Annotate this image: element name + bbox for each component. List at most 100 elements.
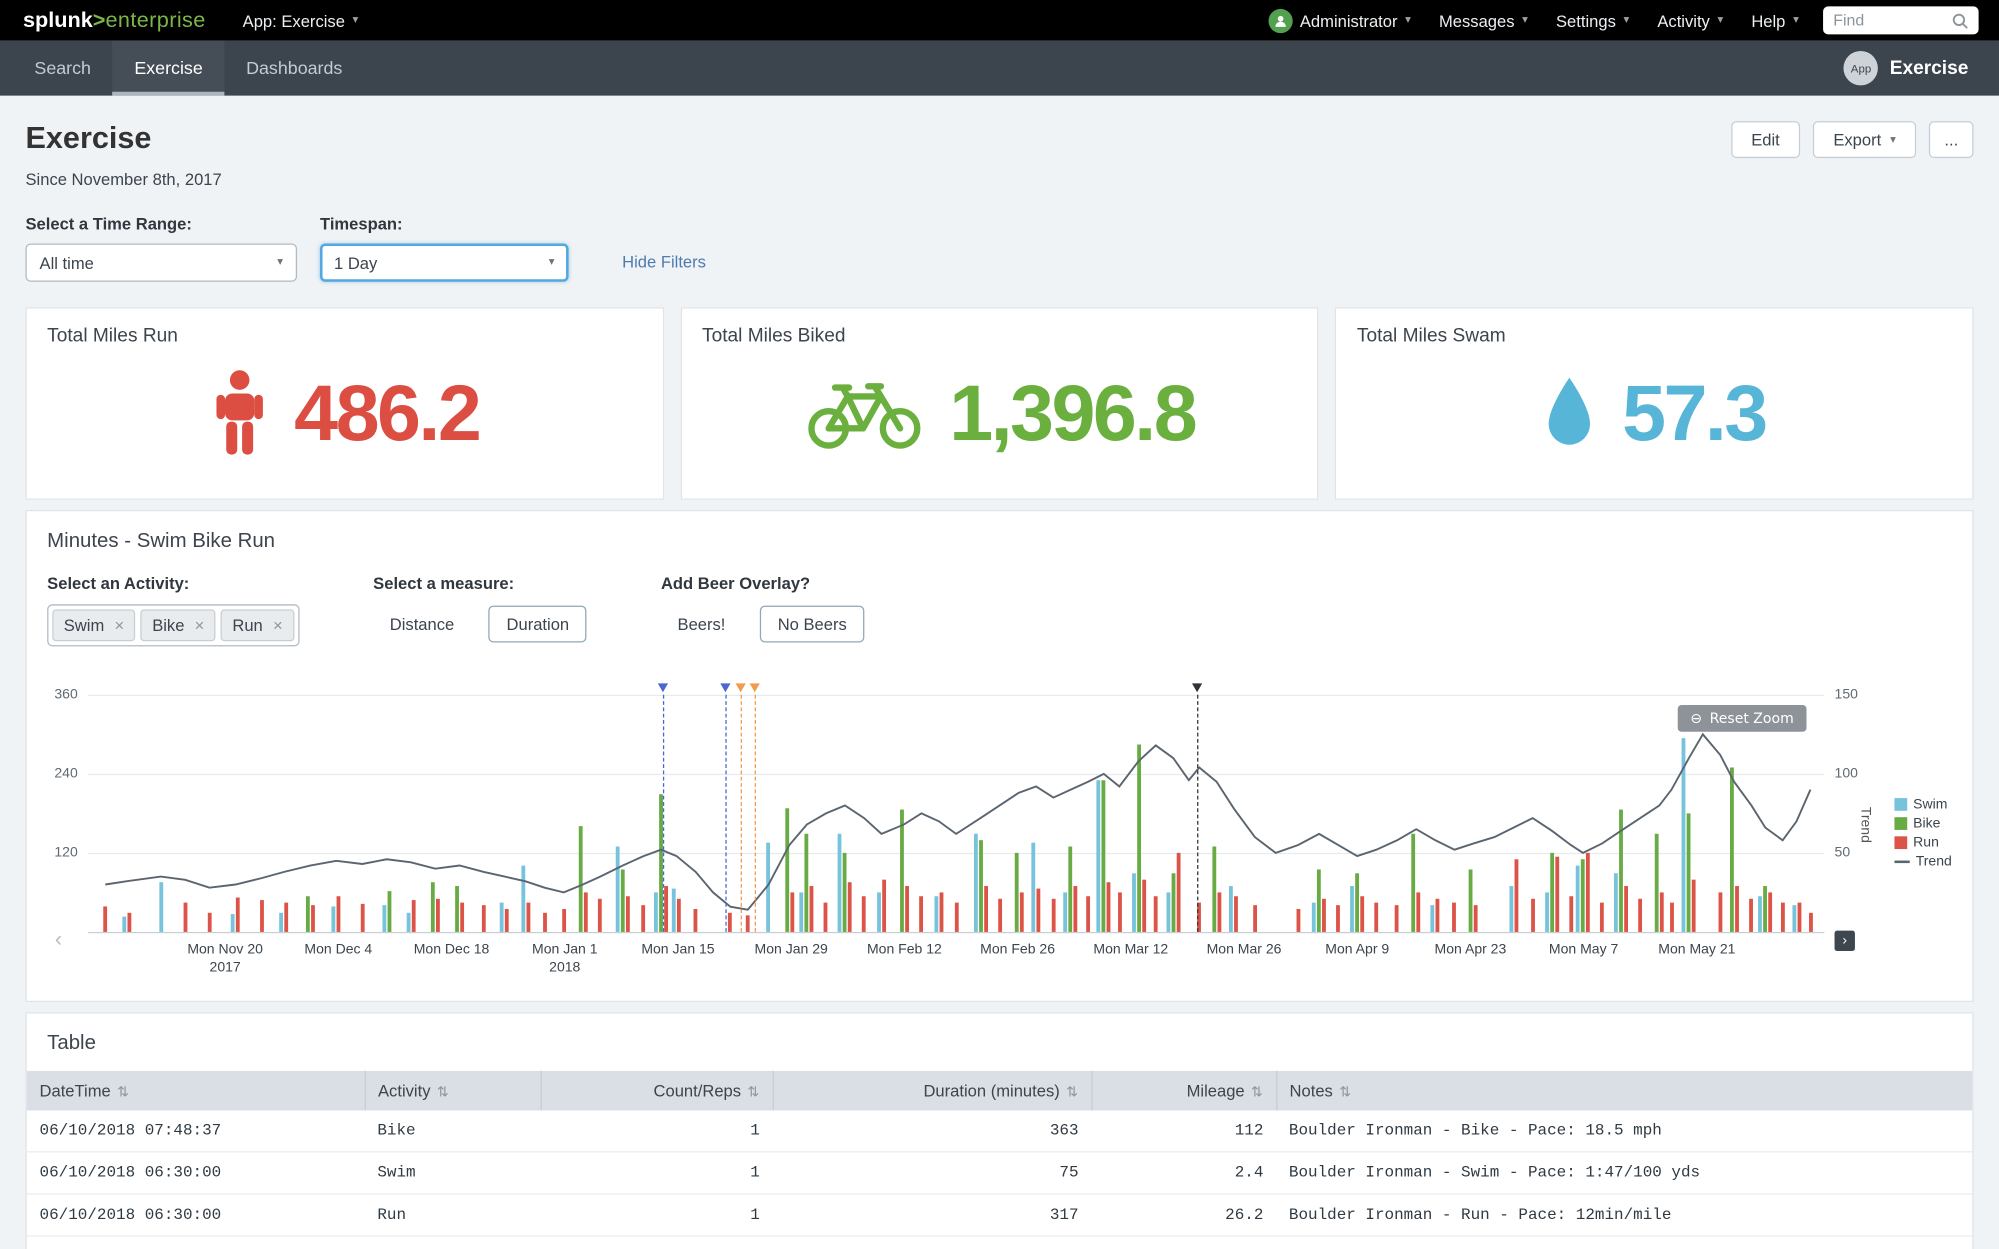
x-axis-label: Mon Nov 202017: [187, 941, 263, 977]
remove-token-icon[interactable]: ×: [195, 616, 205, 635]
more-button-label: ...: [1944, 134, 1958, 144]
chart-area: ⊖ Reset Zoom ‹ › 36024012015010050Mon No…: [47, 687, 1952, 983]
annotation-line: [725, 695, 726, 932]
reset-zoom-label: Reset Zoom: [1710, 710, 1794, 727]
table-cell: 363: [773, 1110, 1092, 1151]
sort-icon: ⇅: [1066, 1084, 1078, 1101]
export-button[interactable]: Export▾: [1813, 121, 1916, 158]
measure-option-distance[interactable]: Distance: [373, 606, 471, 640]
table-cell: 06/10/2018 07:48:37: [27, 1110, 365, 1151]
kpi-body: 57.3: [1357, 347, 1952, 480]
x-axis-label-line: Mon Mar 12: [1093, 941, 1168, 959]
remove-token-icon[interactable]: ×: [114, 616, 124, 635]
legend-item-bike: Bike: [1894, 816, 1952, 831]
beer-control: Add Beer Overlay? Beers!No Beers: [661, 574, 865, 643]
edit-button[interactable]: Edit: [1731, 121, 1800, 158]
hide-filters-link[interactable]: Hide Filters: [622, 244, 706, 282]
user-menu[interactable]: Administrator ▾: [1254, 0, 1425, 41]
table-row[interactable]: 06/09/2018 18:00:00Beer3: [27, 1236, 1972, 1249]
kpi-value: 486.2: [294, 368, 479, 459]
reset-zoom-button[interactable]: ⊖ Reset Zoom: [1678, 705, 1807, 732]
activity-token-swim[interactable]: Swim×: [52, 609, 135, 641]
chevron-down-icon: ▾: [1717, 14, 1723, 27]
sort-icon: ⇅: [437, 1084, 449, 1101]
column-header-label: Duration (minutes): [923, 1081, 1059, 1100]
topbar-menu-help[interactable]: Help▾: [1737, 0, 1813, 41]
app-menu[interactable]: App: Exercise ▾: [229, 0, 373, 41]
nav-item-search[interactable]: Search: [13, 41, 113, 96]
column-header-datetime[interactable]: DateTime⇅: [27, 1071, 365, 1111]
x-axis-label: Mon Mar 12: [1093, 941, 1168, 959]
kpi-body: 1,396.8: [702, 347, 1297, 480]
x-axis-label: Mon Mar 26: [1207, 941, 1282, 959]
timespan-value: 1 Day: [334, 253, 377, 272]
activity-token-bike[interactable]: Bike×: [141, 609, 216, 641]
token-label: Run: [232, 616, 262, 635]
table-cell: 3: [541, 1236, 773, 1249]
scroll-left-arrow[interactable]: ‹: [55, 927, 62, 952]
activity-token-run[interactable]: Run ×: [221, 609, 294, 641]
table-cell: Beer: [365, 1236, 541, 1249]
timespan-select[interactable]: 1 Day ▾: [320, 244, 569, 282]
activity-control: Select an Activity: Swim×Bike× Run ×: [47, 574, 299, 647]
page-title: Exercise: [25, 121, 151, 157]
splunk-logo[interactable]: splunk>enterprise: [23, 8, 206, 33]
app-identity[interactable]: App Exercise: [1844, 51, 1986, 85]
x-axis-label-line: Mon Apr 9: [1325, 941, 1389, 959]
x-axis-label: Mon Feb 12: [867, 941, 942, 959]
x-axis-label: Mon May 7: [1549, 941, 1618, 959]
nav-item-dashboards[interactable]: Dashboards: [224, 41, 364, 96]
x-axis-label: Mon Apr 23: [1435, 941, 1507, 959]
table-body: 06/10/2018 07:48:37Bike1363112Boulder Ir…: [27, 1110, 1972, 1249]
kpi-title: Total Miles Biked: [702, 325, 1297, 347]
annotation-marker-icon: [736, 683, 746, 692]
kpi-body: 486.2: [47, 347, 642, 480]
app-badge-icon: App: [1844, 51, 1878, 85]
chevron-down-icon: ▾: [1405, 14, 1411, 27]
chart-plot[interactable]: ⊖ Reset Zoom ‹ › 36024012015010050Mon No…: [88, 695, 1824, 933]
time-range-select[interactable]: All time ▾: [25, 244, 297, 282]
activity-label: Select an Activity:: [47, 574, 299, 593]
find-input[interactable]: Find: [1823, 6, 1979, 34]
more-button[interactable]: ...: [1929, 121, 1973, 158]
sort-icon: ⇅: [1339, 1084, 1351, 1101]
chart-panel-title: Minutes - Swim Bike Run: [27, 511, 1972, 553]
annotation-line: [741, 695, 742, 932]
column-header-count-reps[interactable]: Count/Reps⇅: [541, 1071, 773, 1111]
topbar-menu-messages[interactable]: Messages▾: [1425, 0, 1542, 41]
remove-token-icon[interactable]: ×: [273, 616, 283, 635]
kpi-card-total-miles-run: Total Miles Run486.2: [25, 307, 663, 500]
scroll-right-arrow[interactable]: ›: [1835, 931, 1855, 951]
topbar-menu-settings[interactable]: Settings▾: [1542, 0, 1643, 41]
table-cell: 75: [773, 1152, 1092, 1194]
column-header-activity[interactable]: Activity⇅: [365, 1071, 541, 1111]
table-cell: 1: [541, 1110, 773, 1151]
table-row[interactable]: 06/10/2018 07:48:37Bike1363112Boulder Ir…: [27, 1110, 1972, 1151]
legend-swatch: [1894, 817, 1907, 830]
chart-controls: Select an Activity: Swim×Bike× Run × Selec…: [27, 553, 1972, 646]
beer-option-beers[interactable]: Beers!: [661, 606, 742, 640]
dashboard-content: Exercise Edit Export▾ ... Since November…: [0, 121, 1999, 1249]
table-row[interactable]: 06/10/2018 06:30:00Swim1752.4Boulder Iro…: [27, 1152, 1972, 1194]
topbar-menu-activity[interactable]: Activity▾: [1643, 0, 1737, 41]
beer-option-no-beers[interactable]: No Beers: [760, 605, 865, 642]
kpi-value: 1,396.8: [949, 368, 1195, 459]
column-header-label: Notes: [1290, 1081, 1333, 1100]
column-header-duration-minutes[interactable]: Duration (minutes) ⇅: [773, 1071, 1092, 1111]
table-cell: 06/10/2018 06:30:00: [27, 1152, 365, 1194]
hide-filters-wrap: Hide Filters: [622, 214, 706, 282]
annotation-line: [755, 695, 756, 932]
filter-row: Select a Time Range: All time ▾ Timespan…: [25, 214, 1973, 282]
x-axis-label-line: Mon Dec 4: [304, 941, 372, 959]
table-cell: 2.4: [1091, 1152, 1276, 1194]
column-header-notes[interactable]: Notes ⇅: [1276, 1071, 1972, 1111]
activity-token-box[interactable]: Swim×Bike× Run ×: [47, 604, 299, 646]
column-header-mileage[interactable]: Mileage⇅: [1091, 1071, 1276, 1111]
time-range-value: All time: [40, 253, 94, 272]
menu-label: Settings: [1556, 11, 1616, 30]
legend-swatch: [1894, 836, 1907, 849]
measure-option-duration[interactable]: Duration: [489, 605, 587, 642]
table-row[interactable]: 06/10/2018 06:30:00Run131726.2Boulder Ir…: [27, 1194, 1972, 1236]
results-table: DateTime⇅Activity⇅Count/Reps⇅Duration (m…: [27, 1071, 1972, 1249]
nav-item-exercise[interactable]: Exercise: [113, 41, 225, 96]
